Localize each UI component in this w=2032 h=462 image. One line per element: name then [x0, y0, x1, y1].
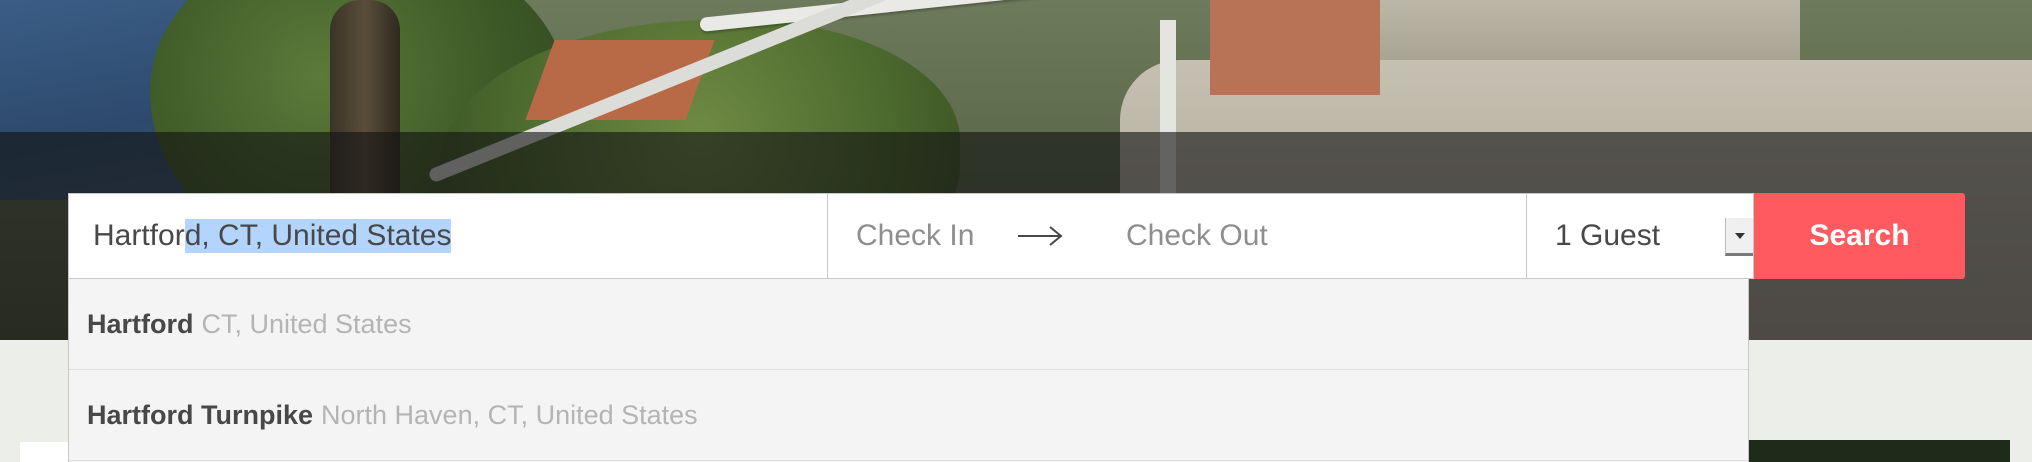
dates-field: Check In Check Out: [828, 193, 1526, 279]
chevron-down-icon[interactable]: [1725, 218, 1753, 256]
check-in-input[interactable]: Check In: [856, 219, 1016, 253]
guests-selected-value: 1 Guest: [1555, 219, 1661, 252]
suggestion-item[interactable]: Hartford CT, United States: [69, 279, 1748, 370]
search-button[interactable]: Search: [1754, 193, 1965, 279]
roof-tiles: [1210, 0, 1380, 95]
location-autofill-selection: d, CT, United States: [184, 219, 452, 253]
content-card-image[interactable]: [1745, 440, 2010, 462]
suggestion-primary: Hartford Turnpike: [87, 399, 314, 430]
suggestion-secondary: CT, United States: [201, 308, 412, 339]
location-suggestions-dropdown: Hartford CT, United States Hartford Turn…: [68, 279, 1749, 462]
search-bar: Hartfor d, CT, United States Check In Che…: [68, 193, 1965, 279]
suggestion-item[interactable]: Hartford Turnpike North Haven, CT, Unite…: [69, 370, 1748, 461]
stone-wall: [1380, 0, 1800, 60]
location-typed-text: Hartfor: [93, 219, 185, 252]
check-out-input[interactable]: Check Out: [1126, 219, 1268, 253]
location-input[interactable]: Hartfor d, CT, United States: [68, 193, 828, 279]
suggestion-primary: Hartford: [87, 308, 194, 339]
guests-select[interactable]: 1 Guest: [1526, 193, 1754, 279]
right-arrow-icon: [1016, 221, 1078, 251]
suggestion-secondary: North Haven, CT, United States: [321, 399, 698, 430]
